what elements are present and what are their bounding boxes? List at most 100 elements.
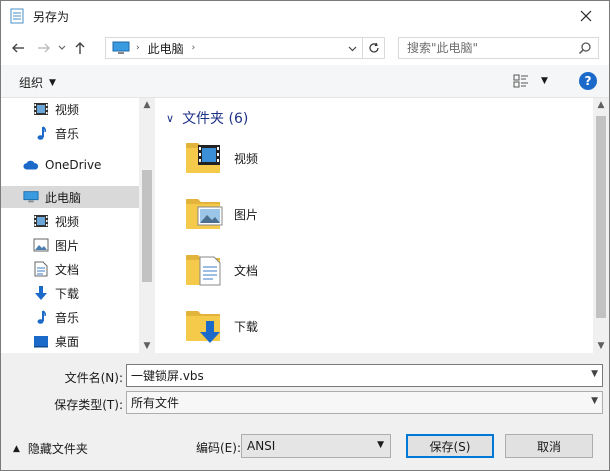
- sidebar-item-label: 视频: [55, 102, 80, 117]
- sidebar-item-videos[interactable]: 视频: [1, 98, 139, 120]
- arrow-left-icon: [12, 43, 24, 53]
- sidebar-item-downloads[interactable]: 下载: [1, 282, 139, 304]
- breadcrumb-separator-icon: ›: [136, 43, 140, 53]
- document-icon: [33, 261, 49, 277]
- folder-item-pictures[interactable]: 图片: [184, 186, 444, 242]
- sidebar-scrollbar[interactable]: ▲ ▼: [139, 98, 155, 353]
- chevron-down-icon: ∨: [166, 111, 175, 125]
- search-input[interactable]: [405, 40, 575, 56]
- sidebar-item-label: 文档: [55, 262, 80, 277]
- caret-up-icon: ▲: [13, 443, 20, 454]
- sidebar-item-desktop[interactable]: 桌面: [1, 330, 139, 352]
- download-folder-icon: [184, 305, 224, 348]
- back-button[interactable]: [7, 37, 29, 59]
- scroll-down-icon[interactable]: ▼: [139, 341, 155, 351]
- encoding-select[interactable]: ANSI ▼: [241, 434, 391, 458]
- chevron-down-icon: [348, 46, 356, 51]
- save-button-label: 保存(S): [429, 439, 471, 454]
- arrow-up-icon: [75, 42, 85, 54]
- desktop-icon: [33, 333, 49, 349]
- close-button[interactable]: [563, 1, 609, 31]
- video-icon: [33, 213, 49, 229]
- filetype-select[interactable]: 所有文件 ▼: [126, 391, 603, 414]
- window-title: 另存为: [33, 9, 70, 24]
- sidebar-item-videos[interactable]: 视频: [1, 210, 139, 232]
- sidebar-scroll-thumb[interactable]: [142, 170, 152, 282]
- sidebar-item-this-pc[interactable]: 此电脑: [1, 186, 139, 208]
- sidebar-item-label: 下载: [55, 286, 80, 301]
- sidebar-item-label: 音乐: [55, 126, 80, 141]
- chevron-down-icon: ▼: [591, 396, 598, 406]
- cancel-button-label: 取消: [536, 439, 561, 454]
- command-bar: 组织 ▼ ▼ ?: [1, 65, 609, 98]
- folders-group-header[interactable]: ∨ 文件夹 (6): [166, 108, 248, 128]
- navigation-bar: › 此电脑 ›: [1, 31, 609, 65]
- video-folder-icon: [184, 137, 224, 180]
- sidebar-item-label: 视频: [55, 214, 80, 229]
- filename-label: 文件名(N):: [64, 371, 123, 385]
- chevron-down-icon[interactable]: ▼: [591, 369, 598, 379]
- sidebar-item-label: 此电脑: [45, 190, 82, 205]
- sidebar-item-documents[interactable]: 文档: [1, 258, 139, 280]
- sidebar-item-label: OneDrive: [45, 158, 102, 172]
- filetype-value: 所有文件: [131, 396, 180, 410]
- title-bar: 另存为: [1, 1, 609, 31]
- refresh-icon: [368, 42, 379, 53]
- cancel-button[interactable]: 取消: [505, 434, 593, 458]
- file-list-scroll-thumb[interactable]: [596, 116, 606, 318]
- folder-label: 视频: [234, 151, 259, 166]
- save-as-dialog: 另存为 › 此电脑 › 搜索"此电脑" 组织 ▼ ▼ ? 视频 音乐 OneDr…: [0, 0, 610, 471]
- encoding-label: 编码(E):: [196, 441, 241, 455]
- address-bar[interactable]: › 此电脑 ›: [105, 37, 385, 59]
- video-icon: [33, 101, 49, 117]
- folder-label: 图片: [234, 207, 259, 222]
- group-title: 文件夹 (6): [182, 111, 249, 127]
- music-icon: [33, 309, 49, 325]
- chevron-down-icon: [58, 45, 66, 50]
- sidebar-item-label: 音乐: [55, 310, 80, 325]
- scroll-up-icon[interactable]: ▲: [593, 100, 609, 110]
- computer-icon: [23, 189, 39, 205]
- hide-folders-toggle[interactable]: ▲ 隐藏文件夹: [13, 440, 88, 457]
- breadcrumb-this-pc[interactable]: 此电脑: [148, 40, 184, 57]
- close-icon: [580, 10, 592, 22]
- music-icon: [33, 125, 49, 141]
- organize-menu-button[interactable]: 组织 ▼: [19, 74, 56, 91]
- folder-label: 下载: [234, 319, 259, 334]
- document-folder-icon: [184, 249, 224, 292]
- notepad-icon: [10, 8, 24, 24]
- folder-item-documents[interactable]: 文档: [184, 242, 444, 298]
- search-box[interactable]: [398, 37, 599, 59]
- up-button[interactable]: [69, 37, 91, 59]
- filename-field[interactable]: 一键锁屏.vbs ▼: [126, 364, 603, 387]
- sidebar-item-music[interactable]: 音乐: [1, 122, 139, 144]
- caret-down-icon: ▼: [541, 76, 548, 86]
- change-view-button[interactable]: ▼: [513, 74, 548, 88]
- folder-item-videos[interactable]: 视频: [184, 130, 444, 186]
- caret-down-icon: ▼: [49, 77, 56, 88]
- address-history-dropdown[interactable]: [342, 38, 362, 58]
- scroll-down-icon[interactable]: ▼: [593, 341, 609, 351]
- search-icon: [578, 42, 591, 55]
- filetype-label: 保存类型(T):: [54, 398, 123, 412]
- file-list-scrollbar[interactable]: ▲ ▼: [593, 98, 609, 353]
- view-details-icon: [513, 74, 528, 88]
- sidebar-item-label: 图片: [55, 238, 80, 253]
- folder-item-downloads[interactable]: 下载: [184, 298, 444, 353]
- arrow-right-icon: [38, 43, 50, 53]
- scroll-up-icon[interactable]: ▲: [139, 100, 155, 110]
- picture-folder-icon: [184, 193, 224, 236]
- sidebar-item-pictures[interactable]: 图片: [1, 234, 139, 256]
- filename-value: 一键锁屏.vbs: [131, 369, 204, 383]
- help-button[interactable]: ?: [579, 72, 597, 90]
- hide-folders-label: 隐藏文件夹: [27, 442, 88, 456]
- recent-locations-button[interactable]: [55, 37, 69, 59]
- forward-button[interactable]: [33, 37, 55, 59]
- save-button[interactable]: 保存(S): [406, 434, 494, 458]
- navigation-pane: 视频 音乐 OneDrive 此电脑 视频 图片 文档 下载 音乐 桌面 ▲ ▼: [1, 98, 155, 353]
- sidebar-item-music[interactable]: 音乐: [1, 306, 139, 328]
- download-icon: [33, 285, 49, 301]
- refresh-button[interactable]: [362, 38, 384, 58]
- sidebar-item-onedrive[interactable]: OneDrive: [1, 154, 139, 176]
- breadcrumb-chevron-icon[interactable]: ›: [192, 43, 196, 53]
